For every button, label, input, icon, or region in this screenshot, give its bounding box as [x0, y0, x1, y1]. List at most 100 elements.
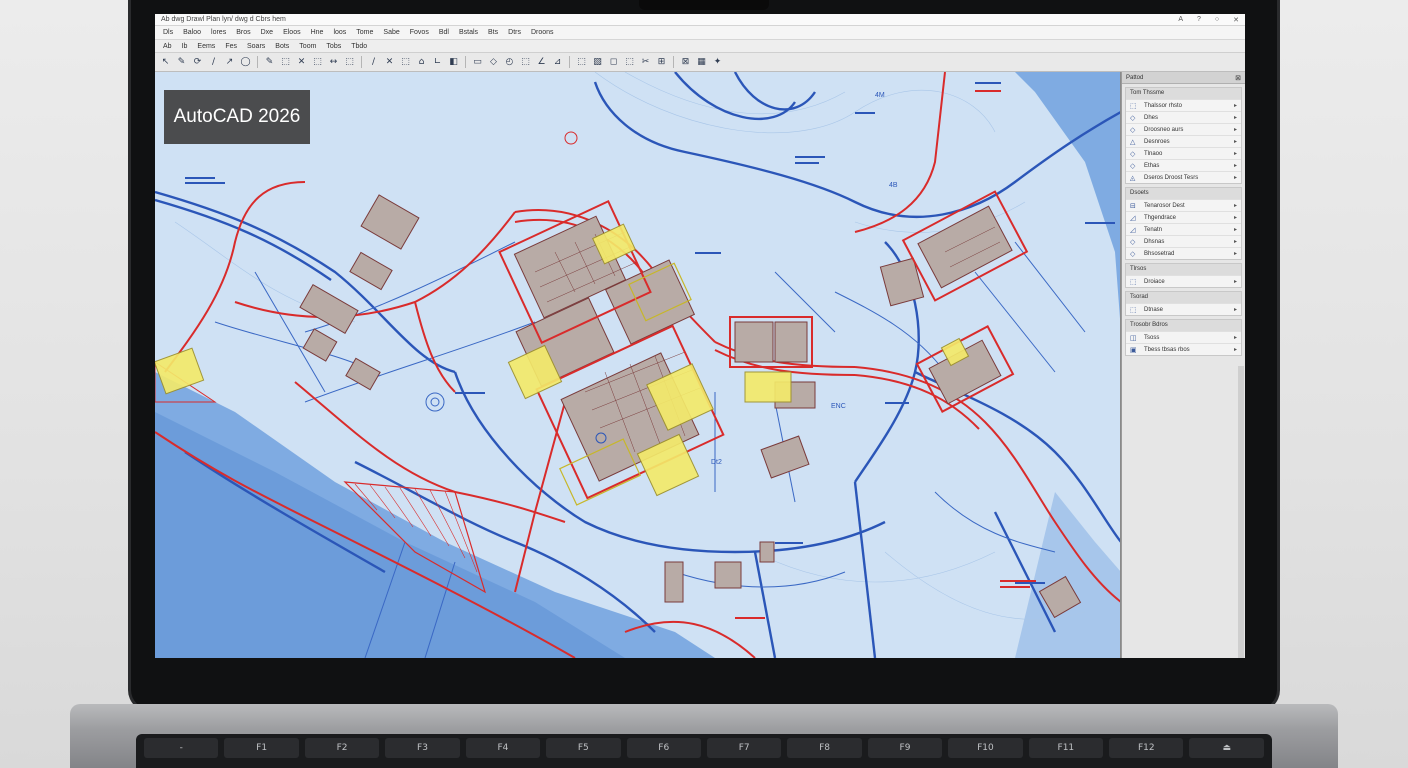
palette-row[interactable]: ◇ Ethas ▸ — [1126, 159, 1241, 171]
tool-icon[interactable]: ⬚ — [311, 56, 324, 69]
palette-row[interactable]: ◿ Tenatn ▸ — [1126, 223, 1241, 235]
expand-arrow-icon[interactable]: ▸ — [1234, 174, 1237, 181]
expand-arrow-icon[interactable]: ▸ — [1234, 250, 1237, 257]
palette-group-title[interactable]: Tsorad — [1126, 292, 1241, 303]
ribbon-tab[interactable]: Bots — [275, 43, 289, 50]
menu-item[interactable]: Sabe — [383, 29, 399, 36]
expand-arrow-icon[interactable]: ▸ — [1234, 162, 1237, 169]
tool-icon[interactable]: ▧ — [591, 56, 604, 69]
palette-row[interactable]: ▣ Tbess tbsas rbos ▸ — [1126, 343, 1241, 355]
palette-row[interactable]: ◇ Droosneo aurs ▸ — [1126, 123, 1241, 135]
tool-icon[interactable]: ⬚ — [343, 56, 356, 69]
menu-item[interactable]: lores — [211, 29, 226, 36]
keyboard-key[interactable]: F11 — [1028, 738, 1104, 758]
menu-item[interactable]: Bts — [488, 29, 498, 36]
help-icon[interactable]: A — [1178, 16, 1183, 24]
expand-arrow-icon[interactable]: ▸ — [1234, 278, 1237, 285]
keyboard-key[interactable]: F4 — [465, 738, 541, 758]
ribbon-tab[interactable]: Soars — [247, 43, 265, 50]
ribbon-tab[interactable]: Fes — [225, 43, 237, 50]
tool-icon[interactable]: ◯ — [239, 56, 252, 69]
keyboard-key[interactable]: F12 — [1109, 738, 1184, 758]
tool-icon[interactable]: ↗ — [223, 56, 236, 69]
keyboard-key[interactable]: F3 — [385, 738, 460, 758]
expand-arrow-icon[interactable]: ▸ — [1234, 102, 1237, 109]
ribbon-tab[interactable]: Tbdo — [351, 43, 367, 50]
tool-icon[interactable]: ✕ — [383, 56, 396, 69]
tool-icon[interactable]: ✦ — [711, 56, 724, 69]
keyboard-key[interactable]: F2 — [304, 738, 380, 758]
menu-item[interactable]: Hne — [311, 29, 324, 36]
tool-icon[interactable]: ⬚ — [399, 56, 412, 69]
ribbon-tab[interactable]: Eems — [197, 43, 215, 50]
keyboard-key[interactable]: F1 — [224, 738, 299, 758]
minimize-icon[interactable]: ○ — [1215, 16, 1219, 24]
tool-icon[interactable]: ◴ — [503, 56, 516, 69]
ribbon-tab[interactable]: Ib — [182, 43, 188, 50]
tool-icon[interactable]: ∕ — [367, 56, 380, 69]
drawing-viewport[interactable]: 4M 4B ENC Dt2 AutoCAD 2026 — [155, 72, 1121, 658]
palette-group-title[interactable]: Tlrsos — [1126, 264, 1241, 275]
tool-icon[interactable]: ⬚ — [519, 56, 532, 69]
expand-arrow-icon[interactable]: ▸ — [1234, 150, 1237, 157]
expand-arrow-icon[interactable]: ▸ — [1234, 214, 1237, 221]
ribbon-tab[interactable]: Tobs — [326, 43, 341, 50]
expand-arrow-icon[interactable]: ▸ — [1234, 202, 1237, 209]
palette-row[interactable]: ◇ Bhsosetrad ▸ — [1126, 247, 1241, 259]
expand-arrow-icon[interactable]: ▸ — [1234, 114, 1237, 121]
expand-arrow-icon[interactable]: ▸ — [1234, 334, 1237, 341]
tool-icon[interactable]: ✎ — [263, 56, 276, 69]
tool-icon[interactable]: ▦ — [695, 56, 708, 69]
expand-arrow-icon[interactable]: ▸ — [1234, 138, 1237, 145]
menu-item[interactable]: Tome — [356, 29, 373, 36]
keyboard-key[interactable]: F8 — [787, 738, 862, 758]
tool-icon[interactable]: ◇ — [487, 56, 500, 69]
ribbon-tab[interactable]: Ab — [163, 43, 172, 50]
tool-icon[interactable]: ↔ — [327, 56, 340, 69]
keyboard-key[interactable]: F6 — [626, 738, 701, 758]
palette-row[interactable]: △ Desnroes ▸ — [1126, 135, 1241, 147]
palette-row[interactable]: ◇ Dhes ▸ — [1126, 111, 1241, 123]
menu-item[interactable]: Bros — [236, 29, 250, 36]
menu-item[interactable]: Bdl — [439, 29, 449, 36]
menu-item[interactable]: Dxe — [261, 29, 273, 36]
tool-icon[interactable]: ∟ — [431, 56, 444, 69]
palette-row[interactable]: ⬚ Dtnase ▸ — [1126, 303, 1241, 315]
ribbon-tab[interactable]: Toom — [299, 43, 316, 50]
palette-row[interactable]: ◇ Dhsnas ▸ — [1126, 235, 1241, 247]
menu-item[interactable]: Eloos — [283, 29, 301, 36]
menu-item[interactable]: loos — [333, 29, 346, 36]
tool-icon[interactable]: ▭ — [471, 56, 484, 69]
tool-icon[interactable]: ⟳ — [191, 56, 204, 69]
keyboard-key[interactable]: ⏏ — [1189, 738, 1264, 758]
tool-icon[interactable]: ✎ — [175, 56, 188, 69]
palette-group-title[interactable]: Trosobr Bdros — [1126, 320, 1241, 331]
tool-icon[interactable]: ∕ — [207, 56, 220, 69]
expand-arrow-icon[interactable]: ▸ — [1234, 126, 1237, 133]
palette-row[interactable]: ◇ Tlnaoo ▸ — [1126, 147, 1241, 159]
tool-icon[interactable]: ⬚ — [623, 56, 636, 69]
menu-item[interactable]: Baloo — [183, 29, 201, 36]
tool-icon[interactable]: ⌂ — [415, 56, 428, 69]
palette-row[interactable]: ◬ Dseros Droost Tesrs ▸ — [1126, 171, 1241, 183]
tool-icon[interactable]: ◻ — [607, 56, 620, 69]
expand-arrow-icon[interactable]: ▸ — [1234, 346, 1237, 353]
keyboard-key[interactable]: F7 — [706, 738, 782, 758]
keyboard-key[interactable]: F9 — [867, 738, 943, 758]
tool-icon[interactable]: ✕ — [295, 56, 308, 69]
close-icon[interactable]: ✕ — [1233, 16, 1239, 24]
palette-group-title[interactable]: Dsoets — [1126, 188, 1241, 199]
palette-row[interactable]: ⬚ Thalssor rhsto ▸ — [1126, 99, 1241, 111]
menu-item[interactable]: Dtrs — [508, 29, 521, 36]
menu-item[interactable]: Droons — [531, 29, 554, 36]
menu-item[interactable]: Bstals — [459, 29, 478, 36]
close-icon[interactable]: ⊠ — [1235, 74, 1241, 82]
expand-arrow-icon[interactable]: ▸ — [1234, 226, 1237, 233]
expand-arrow-icon[interactable]: ▸ — [1234, 306, 1237, 313]
tool-icon[interactable]: ⊠ — [679, 56, 692, 69]
keyboard-key[interactable]: - — [144, 738, 219, 758]
palette-row[interactable]: ⬚ Droiace ▸ — [1126, 275, 1241, 287]
tool-icon[interactable]: ⊿ — [551, 56, 564, 69]
info-icon[interactable]: ? — [1197, 16, 1201, 24]
palette-row[interactable]: ⊟ Tenarosor Dest ▸ — [1126, 199, 1241, 211]
